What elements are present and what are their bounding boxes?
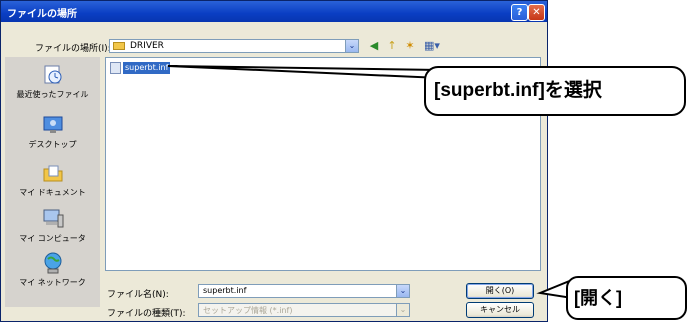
callout-open: [開く] <box>566 276 687 320</box>
callout-pointer-select <box>167 65 441 80</box>
callout-pointers <box>167 65 573 300</box>
callout-select-file: [superbt.inf]を選択 <box>424 66 686 116</box>
